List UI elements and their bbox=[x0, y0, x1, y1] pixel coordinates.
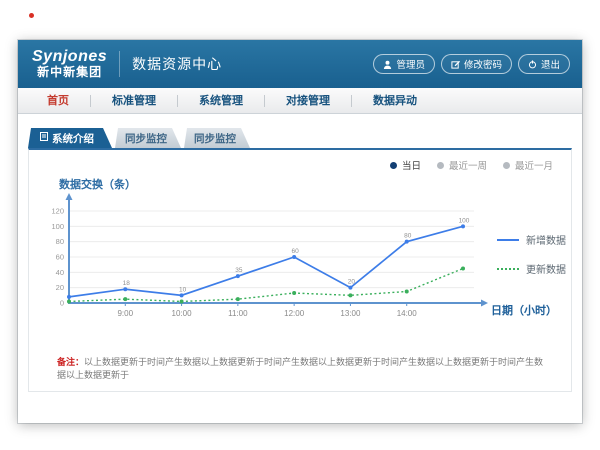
svg-text:80: 80 bbox=[404, 233, 412, 240]
svg-text:80: 80 bbox=[56, 237, 64, 246]
logout-button[interactable]: 退出 bbox=[518, 54, 570, 74]
edit-icon bbox=[451, 60, 460, 69]
admin-user-button[interactable]: 管理员 bbox=[373, 54, 435, 74]
change-password-button[interactable]: 修改密码 bbox=[441, 54, 512, 74]
dotted-line-icon bbox=[497, 268, 519, 270]
svg-text:13:00: 13:00 bbox=[340, 309, 361, 318]
document-icon bbox=[40, 132, 48, 144]
solid-line-icon bbox=[497, 239, 519, 241]
red-dot-marker bbox=[29, 13, 34, 18]
svg-text:100: 100 bbox=[51, 222, 64, 231]
tab-0[interactable]: 系统介绍 bbox=[28, 128, 112, 148]
svg-text:9:00: 9:00 bbox=[117, 309, 133, 318]
line-chart-container: 0 20 40 60 80 100 120 9:00 10:00 11:00 12:00 13:00 1… bbox=[49, 192, 489, 327]
x-axis-title: 日期（小时） bbox=[491, 302, 557, 318]
header-bar: Synjones 新中新集团 数据资源中心 管理员 修改密码 bbox=[18, 40, 582, 88]
page-title: 数据资源中心 bbox=[132, 54, 222, 74]
filter-radio[interactable]: 当日 bbox=[390, 158, 421, 172]
svg-text:60: 60 bbox=[56, 253, 64, 262]
svg-text:18: 18 bbox=[123, 280, 131, 287]
svg-text:35: 35 bbox=[235, 267, 243, 274]
filter-label: 最近一周 bbox=[449, 158, 487, 172]
svg-text:12:00: 12:00 bbox=[284, 309, 305, 318]
power-icon bbox=[528, 60, 537, 69]
filter-radio[interactable]: 最近一周 bbox=[437, 158, 487, 172]
svg-text:120: 120 bbox=[51, 207, 64, 216]
filter-radio[interactable]: 最近一月 bbox=[503, 158, 553, 172]
user-icon bbox=[383, 60, 392, 69]
company-logo: Synjones 新中新集团 bbox=[32, 49, 107, 78]
nav-item[interactable]: 系统管理 bbox=[178, 88, 264, 114]
footnote-text: 以上数据更新于时间产生数据以上数据更新于时间产生数据以上数据更新于时间产生数据以… bbox=[57, 357, 543, 380]
radio-icon bbox=[390, 162, 397, 169]
svg-text:11:00: 11:00 bbox=[228, 309, 248, 318]
filter-label: 最近一月 bbox=[515, 158, 553, 172]
header-actions: 管理员 修改密码 退出 bbox=[373, 54, 570, 74]
logout-label: 退出 bbox=[541, 57, 560, 71]
svg-text:60: 60 bbox=[292, 248, 300, 255]
legend-item-updated-data: 更新数据 bbox=[497, 261, 566, 276]
main-nav: 首页标准管理系统管理对接管理数据异动 bbox=[18, 88, 582, 114]
legend-label-new-data: 新增数据 bbox=[526, 232, 566, 247]
footnote-prefix: 备注： bbox=[57, 357, 84, 367]
nav-item[interactable]: 标准管理 bbox=[91, 88, 177, 114]
nav-item[interactable]: 首页 bbox=[26, 88, 90, 114]
logo-text-en: Synjones bbox=[32, 49, 107, 66]
footnote: 备注：以上数据更新于时间产生数据以上数据更新于时间产生数据以上数据更新于时间产生… bbox=[57, 356, 549, 381]
svg-text:10:00: 10:00 bbox=[172, 309, 193, 318]
nav-item[interactable]: 对接管理 bbox=[265, 88, 351, 114]
legend-item-new-data: 新增数据 bbox=[497, 232, 566, 247]
radio-icon bbox=[503, 162, 510, 169]
svg-text:20: 20 bbox=[56, 283, 64, 292]
radio-icon bbox=[437, 162, 444, 169]
nav-item[interactable]: 数据异动 bbox=[352, 88, 438, 114]
chart-legend: 新增数据 更新数据 bbox=[497, 232, 566, 276]
admin-user-label: 管理员 bbox=[396, 57, 425, 71]
legend-label-updated-data: 更新数据 bbox=[526, 261, 566, 276]
svg-text:20: 20 bbox=[348, 279, 356, 286]
y-axis-title: 数据交换（条） bbox=[59, 176, 136, 192]
svg-text:14:00: 14:00 bbox=[397, 309, 418, 318]
header-divider bbox=[119, 51, 120, 77]
tab-1[interactable]: 同步监控 bbox=[115, 128, 181, 148]
tab-label: 系统介绍 bbox=[52, 131, 94, 146]
logo-text-cn: 新中新集团 bbox=[32, 66, 107, 79]
svg-text:10: 10 bbox=[179, 286, 187, 293]
line-chart: 0 20 40 60 80 100 120 9:00 10:00 11:00 12:00 13:00 1… bbox=[49, 192, 489, 327]
svg-text:100: 100 bbox=[459, 217, 470, 224]
tab-2[interactable]: 同步监控 bbox=[184, 128, 250, 148]
tab-bar: 系统介绍 同步监控 同步监控 bbox=[28, 128, 250, 148]
filter-label: 当日 bbox=[402, 158, 421, 172]
svg-text:0: 0 bbox=[60, 299, 64, 308]
range-filter-group: 当日 最近一周 最近一月 bbox=[390, 158, 553, 172]
svg-text:40: 40 bbox=[56, 268, 64, 277]
content-panel: 当日 最近一周 最近一月 数据交换（条） 0 20 40 60 80 100 120 9:00 10… bbox=[28, 148, 572, 392]
tab-label: 同步监控 bbox=[125, 131, 167, 146]
app-window: Synjones 新中新集团 数据资源中心 管理员 修改密码 bbox=[18, 40, 582, 423]
change-password-label: 修改密码 bbox=[464, 57, 502, 71]
tab-label: 同步监控 bbox=[194, 131, 236, 146]
